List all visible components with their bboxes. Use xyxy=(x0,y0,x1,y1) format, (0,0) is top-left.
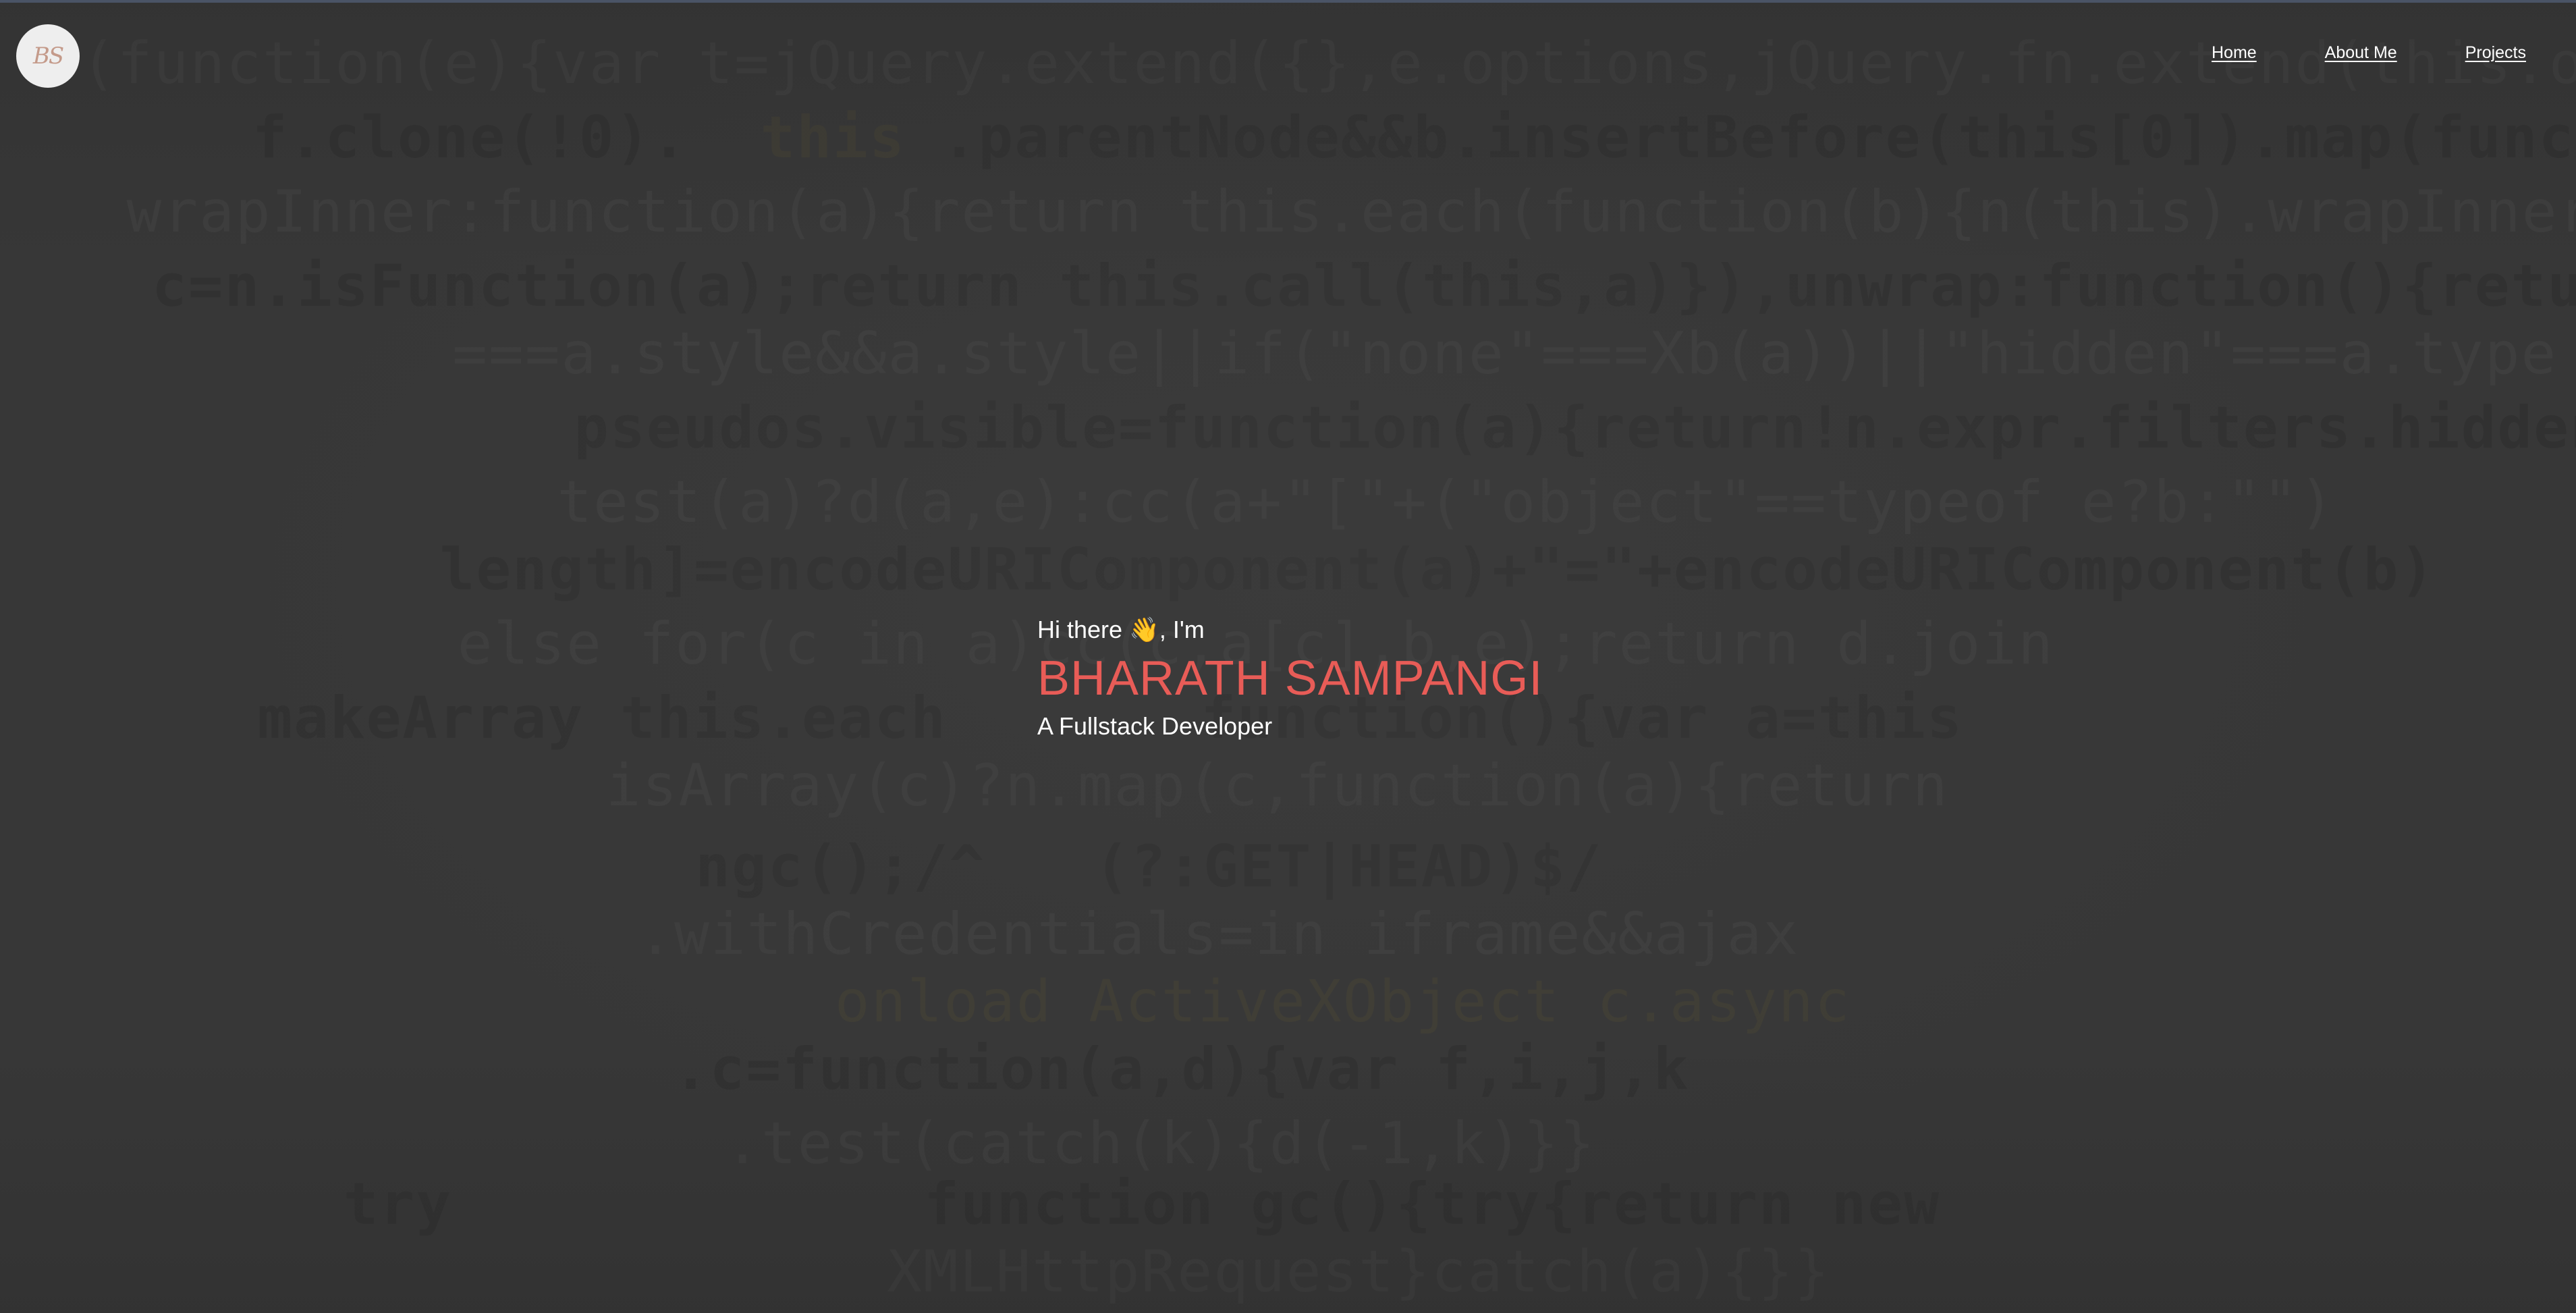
logo-text: BS xyxy=(32,43,64,70)
nav-link-projects[interactable]: Projects xyxy=(2465,43,2526,63)
main-nav: Home About Me Projects xyxy=(2212,43,2526,63)
nav-link-about-me[interactable]: About Me xyxy=(2325,43,2397,63)
nav-link-home[interactable]: Home xyxy=(2212,43,2257,63)
hero-role: A Fullstack Developer xyxy=(1037,712,1273,740)
hero-name: BHARATH SAMPANGI xyxy=(1037,651,1543,705)
hero-section: Hi there 👋, I'm BHARATH SAMPANGI A Fulls… xyxy=(1037,610,1543,745)
hero-greeting: Hi there 👋, I'm xyxy=(1037,616,1205,643)
logo[interactable]: BS xyxy=(16,24,80,88)
page: (function(e){var t=jQuery.extend({},e.op… xyxy=(0,0,2576,1313)
